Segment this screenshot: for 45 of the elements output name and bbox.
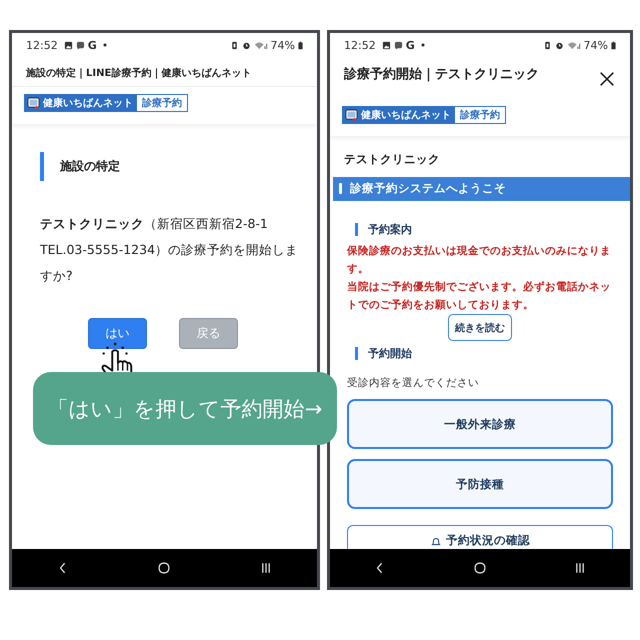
page-title: 診療予約開始｜テストクリニック (344, 66, 540, 83)
status-time: 12:52 (344, 38, 376, 52)
chat-icon (76, 40, 85, 50)
welcome-banner: 診療予約システムへようこそ (333, 176, 630, 201)
bell-icon (430, 536, 442, 548)
chat-icon (394, 40, 403, 50)
app-letter: G (406, 38, 415, 52)
page-title: 施設の特定｜LINE診療予約｜健康いちばんネット (26, 68, 252, 79)
section-heading: 予約開始 (355, 347, 613, 360)
image-icon (64, 40, 73, 50)
image-icon (382, 40, 391, 50)
alarm-icon (242, 40, 251, 50)
battery-saver-icon (542, 40, 552, 50)
notice-text: 当院はご予約優先制でございます。必ずお電話かネットでのご予約をお願いしております。 (347, 280, 612, 313)
alarm-icon (554, 40, 564, 50)
site-logo[interactable]: 健康いちばんネット 診療予約 (24, 94, 188, 112)
battery-percentage: 74% (270, 38, 295, 52)
booking-status-button[interactable]: 予約状況の確認 (347, 525, 613, 549)
monitor-icon (344, 108, 359, 122)
wifi-signal-icon (254, 40, 268, 50)
read-more-button[interactable]: 続きを読む (448, 314, 512, 341)
section-heading: 予約案内 (355, 223, 613, 236)
notice-text: 保険診療のお支払いは現金でのお支払いのみになります。 (347, 244, 612, 277)
prompt-text: 受診内容を選んでください (347, 376, 480, 390)
site-logo[interactable]: 健康いちばんネット 診療予約 (342, 106, 506, 124)
dot-icon (420, 43, 425, 47)
visit-type-button[interactable]: 一般外来診療 (347, 399, 613, 449)
section-heading: 施設の特定 (40, 152, 293, 180)
wifi-signal-icon (566, 40, 581, 50)
callout-banner: 「はい」を押して予約開始→ (33, 372, 337, 445)
status-time: 12:52 (26, 38, 58, 52)
visit-type-button[interactable]: 予防接種 (347, 459, 613, 509)
dot-icon (102, 43, 107, 47)
battery-saver-icon (230, 40, 239, 50)
close-icon[interactable] (598, 70, 616, 88)
app-letter: G (88, 38, 97, 52)
clinic-name: テストクリニック (343, 150, 441, 168)
home-icon[interactable] (472, 560, 488, 576)
monitor-icon (26, 96, 41, 110)
confirmation-message: テストクリニック（新宿区西新宿2-8-1 TEL.03-5555-1234）の診療予約を開始しますか? (40, 214, 300, 284)
battery-icon (611, 40, 616, 50)
battery-icon (298, 40, 303, 50)
yes-button[interactable]: はい (88, 318, 147, 348)
home-icon[interactable] (156, 560, 172, 576)
battery-percentage: 74% (584, 38, 608, 52)
